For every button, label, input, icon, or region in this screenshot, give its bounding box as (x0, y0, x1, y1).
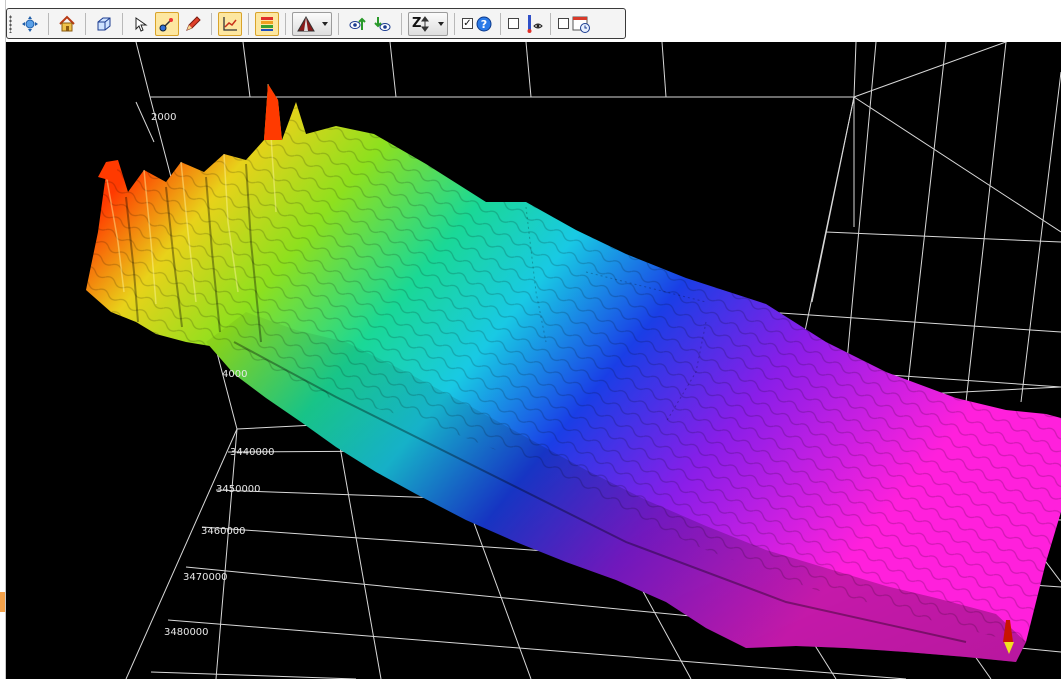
well-visibility-toggle[interactable] (508, 14, 543, 34)
toolbar-grip[interactable] (9, 14, 12, 33)
view-down-icon[interactable] (371, 12, 395, 36)
render-style-dropdown-icon[interactable] (292, 11, 332, 36)
depth-tick-label: 4000 (222, 369, 248, 380)
help-info-toggle[interactable]: ✓ ? (462, 15, 493, 33)
draw-pen-icon[interactable] (181, 12, 205, 36)
calendar-time-icon (572, 16, 590, 33)
calendar-time-toggle[interactable] (558, 14, 591, 34)
color-layers-icon[interactable] (255, 11, 279, 36)
depth-tick-label: 2000 (151, 112, 177, 123)
svg-text:?: ? (481, 18, 487, 31)
pan-move-icon[interactable] (18, 12, 42, 36)
northing-tick-label: 3480000 (164, 627, 209, 638)
northing-tick-label: 3460000 (201, 526, 246, 537)
pick-point-icon[interactable] (155, 11, 179, 36)
panel-tab-marker[interactable] (0, 592, 5, 612)
northing-tick-label: 3470000 (183, 572, 228, 583)
well-visibility-checkbox[interactable] (508, 18, 519, 29)
3d-viewport[interactable]: 2000 4000 3440000 3450000 3460000 347000… (6, 42, 1061, 679)
calendar-time-checkbox[interactable] (558, 18, 569, 29)
well-visibility-icon (527, 14, 543, 33)
home-view-icon[interactable] (55, 12, 79, 36)
bounding-box-icon[interactable] (92, 12, 116, 36)
northing-tick-label: 3450000 (216, 484, 261, 495)
3d-scene[interactable] (6, 42, 1061, 679)
axis-chart-icon[interactable] (218, 11, 242, 36)
3d-view-toolbar: Z ✓ ? (6, 8, 626, 39)
select-pointer-icon[interactable] (129, 12, 153, 36)
help-info-icon: ? (476, 16, 492, 31)
view-up-icon[interactable] (345, 12, 369, 36)
northing-tick-label: 3440000 (230, 447, 275, 458)
z-scale-dropdown-icon[interactable]: Z (408, 11, 448, 36)
help-info-checkbox[interactable]: ✓ (462, 18, 473, 29)
